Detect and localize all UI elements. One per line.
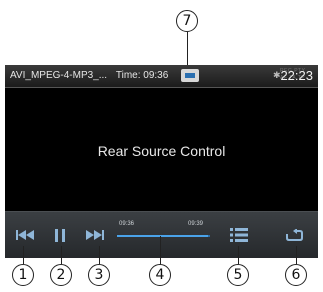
callout-2-leader (61, 246, 62, 264)
repeat-button[interactable] (281, 225, 307, 245)
progress-bar[interactable] (117, 235, 210, 237)
status-bar: AVI_MPEG-4-MP3_... Time: 09:36 ✱ REG PTY… (5, 65, 318, 88)
head-unit-screen: AVI_MPEG-4-MP3_... Time: 09:36 ✱ REG PTY… (5, 65, 318, 258)
list-icon (230, 228, 248, 242)
callout-5-leader (238, 246, 239, 264)
rear-source-message: Rear Source Control (97, 143, 226, 159)
pause-icon (55, 228, 65, 242)
callout-3: 3 (88, 264, 110, 286)
skip-next-icon (86, 230, 104, 240)
callout-4: 4 (149, 264, 171, 286)
status-info: AVI_MPEG-4-MP3_... Time: 09:36 (10, 70, 168, 81)
callout-6: 6 (285, 264, 307, 286)
next-button[interactable] (83, 225, 107, 245)
list-button[interactable] (227, 225, 251, 245)
elapsed-time: 09:36 (119, 221, 135, 227)
callout-1: 1 (12, 264, 34, 286)
progress-fill (117, 235, 209, 237)
usb-icon[interactable] (181, 69, 199, 82)
playback-time-label: Time: 09:36 (115, 70, 169, 81)
file-name: AVI_MPEG-4-MP3_... (10, 70, 108, 81)
clock: 22:23 (280, 68, 313, 83)
callout-5: 5 (227, 264, 249, 286)
callout-7: 7 (176, 10, 198, 32)
callout-3-leader (99, 246, 100, 264)
skip-previous-icon (16, 230, 34, 240)
callout-1-leader (23, 246, 24, 264)
playback-control-bar: 09:36 09:39 (5, 211, 318, 258)
callout-6-leader (296, 246, 297, 264)
previous-button[interactable] (13, 225, 37, 245)
callout-7-leader (187, 32, 188, 69)
pause-button[interactable] (49, 225, 71, 245)
total-time: 09:39 (188, 221, 204, 227)
repeat-icon (286, 228, 303, 241)
callout-4-leader (160, 236, 161, 264)
callout-2: 2 (50, 264, 72, 286)
